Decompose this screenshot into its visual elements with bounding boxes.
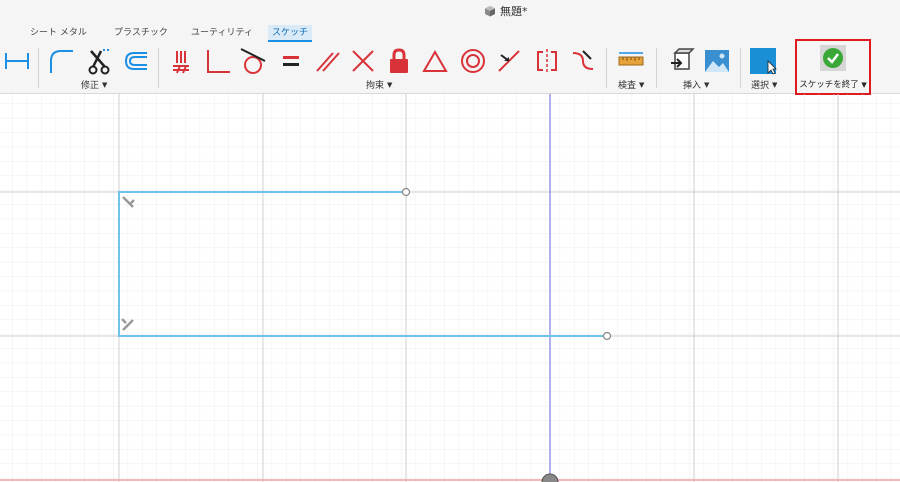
fillet-icon [50,50,73,73]
scissors-icon [88,49,111,75]
coincident-constraint-button[interactable] [494,46,524,76]
document-title-text: 無題* [500,5,528,18]
constraints-label: 拘束 [366,81,385,91]
finish-sketch-button[interactable]: スケッチを終了 ▼ [795,39,871,95]
offset-tool-button[interactable] [120,46,150,76]
fillet-tool-button[interactable] [46,46,76,76]
tangent-constraint-button[interactable] [238,46,268,76]
modify-label: 修正 [81,81,100,91]
separator [740,48,741,88]
equal-icon [283,56,299,66]
select-label: 選択 [751,81,770,91]
insert-derive-icon [671,48,695,70]
chevron-down-icon: ▼ [772,80,778,89]
modify-menu[interactable]: 修正 ▼ [81,78,108,92]
document-cube-icon [485,6,495,17]
insert-canvas-button[interactable] [702,46,732,76]
coincident-icon [498,50,520,72]
checkmark-icon [823,48,843,68]
insert-label: 挿入 [683,81,702,91]
constraints-menu[interactable]: 拘束 ▼ [366,78,393,92]
tab-plastic[interactable]: プラスチック [110,25,172,41]
chevron-down-icon: ▼ [387,80,393,89]
inspect-label: 検査 [618,81,637,91]
image-icon [705,50,729,72]
lock-icon [390,48,408,73]
perpendicular-constraint-button[interactable] [202,46,232,76]
offset-icon [124,52,147,70]
measure-tool-button[interactable] [616,46,646,76]
inspect-menu[interactable]: 検査 ▼ [618,78,645,92]
separator [606,48,607,88]
tab-sheet-metal[interactable]: シート メタル [26,25,91,41]
ribbon-tabs: シート メタル プラスチック ユーティリティ スケッチ [0,22,900,44]
dimension-icon [5,53,29,69]
insert-menu[interactable]: 挿入 ▼ [683,78,710,92]
parallel-icon [316,52,340,72]
tab-sketch[interactable]: スケッチ [268,25,313,42]
sketch-endpoint[interactable] [602,331,612,341]
grid-minor [0,94,900,482]
concentric-constraint-button[interactable] [458,46,488,76]
select-menu[interactable]: 選択 ▼ [751,78,778,92]
ruler-icon [618,52,644,66]
insert-derive-button[interactable] [666,46,696,76]
chevron-down-icon: ▼ [102,80,108,89]
chevron-down-icon: ▼ [861,81,867,89]
title-bar: 無題* [0,0,900,22]
symmetry-constraint-button[interactable] [532,46,562,76]
dimension-tool-button[interactable] [2,46,32,76]
collinear-icon [352,50,374,72]
triangle-icon [422,50,448,72]
tab-utilities[interactable]: ユーティリティ [187,25,257,41]
separator [656,48,657,88]
curvature-icon [572,50,594,70]
ribbon-toolbar: 修正 ▼ 拘束 ▼ 検査 ▼ 挿入 ▼ 選択 ▼ [0,44,900,94]
chevron-down-icon: ▼ [639,80,645,89]
select-cursor-icon [750,48,777,75]
horizontal-vertical-icon [173,51,189,74]
separator [38,48,39,88]
equal-constraint-button[interactable] [276,46,306,76]
tangent-icon [240,48,266,74]
collinear-constraint-button[interactable] [348,46,378,76]
fix-constraint-button[interactable] [384,46,414,76]
finish-sketch-icon-box [820,45,846,71]
chevron-down-icon: ▼ [704,80,710,89]
parallel-constraint-button[interactable] [312,46,342,76]
midpoint-constraint-button[interactable] [420,46,450,76]
symmetry-icon [537,49,557,73]
document-title: 無題* [484,3,528,19]
sketch-canvas[interactable] [0,94,900,482]
perpendicular-icon [207,50,230,73]
select-tool-button[interactable] [748,46,778,76]
concentric-icon [461,49,485,73]
horizontal-vertical-constraint-button[interactable] [166,46,196,76]
finish-sketch-label: スケッチを終了 [799,80,859,90]
sketch-endpoint[interactable] [401,187,411,197]
separator [158,48,159,88]
finish-sketch-label-row: スケッチを終了 ▼ [797,78,869,90]
trim-tool-button[interactable] [84,46,114,76]
curvature-constraint-button[interactable] [568,46,598,76]
